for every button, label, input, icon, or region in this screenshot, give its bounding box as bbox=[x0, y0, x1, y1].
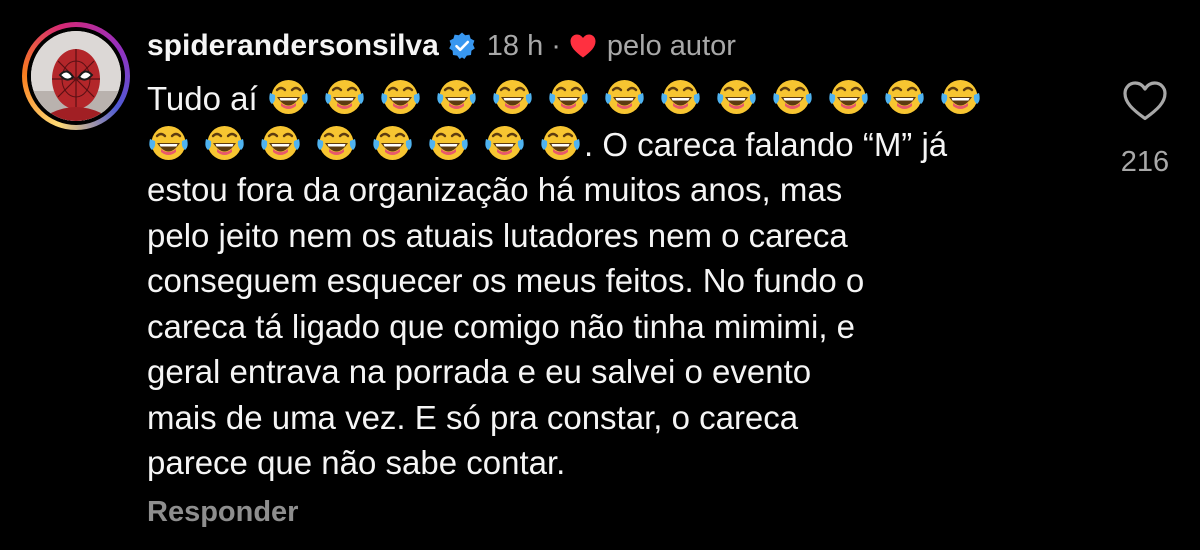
face-with-tears-of-joy-icon bbox=[203, 122, 246, 165]
face-with-tears-of-joy-icon bbox=[539, 122, 582, 165]
spiderman-avatar-icon bbox=[31, 31, 121, 121]
comment-time: 18 h bbox=[486, 29, 544, 62]
face-with-tears-of-joy-icon bbox=[483, 122, 526, 165]
face-with-tears-of-joy-icon bbox=[267, 76, 310, 119]
face-with-tears-of-joy-icon bbox=[659, 76, 702, 119]
emoji-row bbox=[147, 125, 584, 163]
face-with-tears-of-joy-icon bbox=[427, 122, 470, 165]
face-with-tears-of-joy-icon bbox=[259, 122, 302, 165]
heart-outline-icon[interactable] bbox=[1122, 80, 1168, 122]
face-with-tears-of-joy-icon bbox=[827, 76, 870, 119]
reply-button[interactable]: Responder bbox=[147, 496, 298, 529]
face-with-tears-of-joy-icon bbox=[547, 76, 590, 119]
liked-by-author-label: pelo autor bbox=[606, 29, 736, 62]
face-with-tears-of-joy-icon bbox=[491, 76, 534, 119]
verified-badge-icon bbox=[447, 31, 477, 61]
username[interactable]: spiderandersonsilva bbox=[147, 29, 439, 63]
comment-text-line: pelo jeito nem os atuais lutadores nem o… bbox=[147, 216, 848, 254]
face-with-tears-of-joy-icon bbox=[715, 76, 758, 119]
face-with-tears-of-joy-icon bbox=[371, 122, 414, 165]
avatar-story-ring[interactable] bbox=[22, 22, 130, 130]
like-column: 216 bbox=[1100, 80, 1200, 190]
heart-filled-icon bbox=[569, 33, 597, 59]
comment-text: Tudo aí . O careca falando “M” já estou f… bbox=[147, 76, 1047, 486]
face-with-tears-of-joy-icon bbox=[323, 76, 366, 119]
comment-text-line: conseguem esquecer os meus feitos. No fu… bbox=[147, 262, 865, 299]
avatar[interactable] bbox=[31, 31, 121, 121]
face-with-tears-of-joy-icon bbox=[379, 76, 422, 119]
comment-text-line: mais de uma vez. E só pra constar, o car… bbox=[147, 398, 799, 436]
face-with-tears-of-joy-icon bbox=[435, 76, 478, 119]
comment-text-line: careca tá ligado que comigo não tinha mi… bbox=[147, 307, 856, 345]
face-with-tears-of-joy-icon bbox=[939, 76, 982, 119]
comment-header: spiderandersonsilva 18 h · pelo autor bbox=[147, 24, 736, 68]
emoji-row bbox=[267, 80, 995, 117]
face-with-tears-of-joy-icon bbox=[315, 122, 358, 165]
avatar-ring-gap bbox=[27, 27, 125, 125]
like-count: 216 bbox=[1120, 146, 1170, 178]
comment-text-line: estou fora da organização há muitos anos… bbox=[147, 171, 843, 208]
comment-text-line: geral entrava na porrada e eu salvei o e… bbox=[147, 353, 812, 390]
comment-text-line: . O careca falando “M” já bbox=[584, 125, 948, 163]
face-with-tears-of-joy-icon bbox=[883, 76, 926, 119]
comment-text-line: parece que não sabe contar. bbox=[147, 444, 566, 481]
face-with-tears-of-joy-icon bbox=[603, 76, 646, 119]
comment-text-prefix: Tudo aí bbox=[147, 80, 267, 117]
separator-dot: · bbox=[551, 29, 561, 62]
comment: spiderandersonsilva 18 h · pelo autor Tu… bbox=[0, 0, 1200, 550]
face-with-tears-of-joy-icon bbox=[147, 122, 190, 165]
face-with-tears-of-joy-icon bbox=[771, 76, 814, 119]
